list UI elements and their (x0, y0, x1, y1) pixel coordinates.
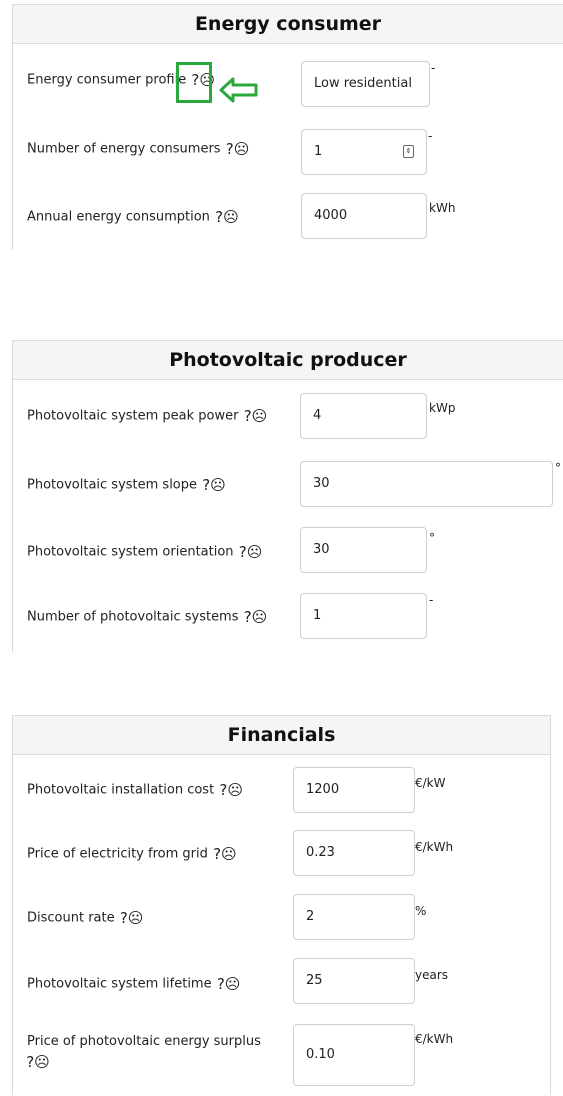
pv-peak-power-label: Photovoltaic system peak power ?☹ (27, 406, 268, 426)
annual-energy-consumption-input[interactable]: 4000 (301, 193, 427, 239)
installation-cost-input[interactable]: 1200 (293, 767, 415, 813)
discount-rate-unit: % (415, 904, 427, 918)
energy-consumer-profile-select[interactable]: Low residential (301, 61, 430, 107)
grid-price-input[interactable]: 0.23 (293, 830, 415, 876)
grid-price-unit: €/kWh (415, 840, 454, 854)
help-face-icon[interactable]: ?☹ (219, 780, 243, 800)
number-of-energy-consumers-unit: - (428, 129, 433, 143)
pv-orientation-input[interactable]: 30 (300, 527, 427, 573)
installation-cost-unit: €/kW (415, 776, 446, 790)
number-of-energy-consumers-value: 1 (314, 144, 323, 159)
energy-consumer-card: Energy consumer Energy consumer profile?… (12, 4, 563, 250)
pv-slope-row: Photovoltaic system slope ?☹ 30 ° (13, 449, 563, 515)
help-face-icon[interactable]: ?☹ (202, 475, 226, 495)
energy-consumer-profile-unit: - (431, 61, 436, 75)
help-face-icon[interactable]: ?☹ (226, 139, 250, 159)
number-of-energy-consumers-input[interactable]: 1 ⇕ (301, 129, 427, 175)
number-of-energy-consumers-row: Number of energy consumers ?☹ 1 ⇕ - (13, 113, 563, 179)
pv-peak-power-input[interactable]: 4 (300, 393, 427, 439)
number-of-energy-consumers-label: Number of energy consumers ?☹ (27, 139, 250, 159)
grid-price-label: Price of electricity from grid ?☹ (27, 844, 237, 864)
pv-peak-power-row: Photovoltaic system peak power ?☹ 4 kWp (13, 379, 563, 449)
pv-slope-unit: ° (555, 461, 561, 475)
installation-cost-label: Photovoltaic installation cost ?☹ (27, 780, 243, 800)
help-face-icon[interactable]: ?☹ (239, 542, 263, 562)
surplus-price-input[interactable]: 0.10 (293, 1024, 415, 1086)
annual-energy-consumption-label: Annual energy consumption ?☹ (27, 207, 239, 227)
surplus-price-row: Price of photovoltaic energy surplus ?☹ 0… (13, 1010, 550, 1096)
pv-lifetime-input[interactable]: 25 (293, 958, 415, 1004)
grid-price-row: Price of electricity from grid ?☹ 0.23 €/… (13, 818, 550, 882)
pv-slope-label: Photovoltaic system slope ?☹ (27, 475, 226, 495)
financials-title: Financials (13, 716, 550, 755)
financials-card: Financials Photovoltaic installation cos… (12, 715, 551, 1095)
annual-energy-consumption-unit: kWh (429, 201, 456, 215)
help-face-icon[interactable]: ?☹ (217, 974, 241, 994)
energy-consumer-profile-row: Energy consumer profile ?☹ Low residentia… (13, 43, 563, 113)
pv-slope-input[interactable]: 30 (300, 461, 553, 507)
help-face-icon[interactable]: ?☹ (244, 406, 268, 426)
help-face-icon[interactable]: ?☹ (213, 844, 237, 864)
pv-lifetime-unit: years (415, 968, 449, 982)
annual-energy-consumption-row: Annual energy consumption ?☹ 4000 kWh (13, 179, 563, 251)
pv-count-unit: - (429, 593, 434, 607)
help-face-icon[interactable]: ?☹ (244, 607, 268, 627)
pv-producer-card: Photovoltaic producer Photovoltaic syste… (12, 340, 563, 652)
help-face-icon[interactable]: ?☹ (215, 207, 239, 227)
pv-count-row: Number of photovoltaic systems ?☹ 1 - (13, 581, 563, 653)
pv-count-input[interactable]: 1 (300, 593, 427, 639)
pv-lifetime-row: Photovoltaic system lifetime ?☹ 25 years (13, 946, 550, 1010)
help-face-icon[interactable]: ?☹ (120, 908, 144, 928)
discount-rate-input[interactable]: 2 (293, 894, 415, 940)
help-face-icon[interactable]: ?☹ (26, 1052, 50, 1072)
help-icon-highlight (176, 62, 212, 103)
pv-peak-power-unit: kWp (429, 401, 456, 415)
spinner-icon[interactable]: ⇕ (403, 145, 414, 158)
left-arrow-icon (219, 77, 258, 103)
pv-lifetime-label: Photovoltaic system lifetime ?☹ (27, 974, 241, 994)
discount-rate-row: Discount rate ?☹ 2 % (13, 882, 550, 946)
installation-cost-row: Photovoltaic installation cost ?☹ 1200 €/… (13, 754, 550, 818)
pv-producer-title: Photovoltaic producer (13, 341, 563, 380)
pv-count-label: Number of photovoltaic systems ?☹ (27, 607, 268, 627)
pv-orientation-row: Photovoltaic system orientation ?☹ 30 ° (13, 515, 563, 581)
surplus-price-label: Price of photovoltaic energy surplus ?☹ (26, 1034, 261, 1072)
pv-orientation-unit: ° (429, 531, 435, 545)
pv-orientation-label: Photovoltaic system orientation ?☹ (27, 542, 263, 562)
discount-rate-label: Discount rate ?☹ (27, 908, 144, 928)
energy-consumer-title: Energy consumer (13, 5, 563, 44)
surplus-price-unit: €/kWh (415, 1032, 454, 1046)
